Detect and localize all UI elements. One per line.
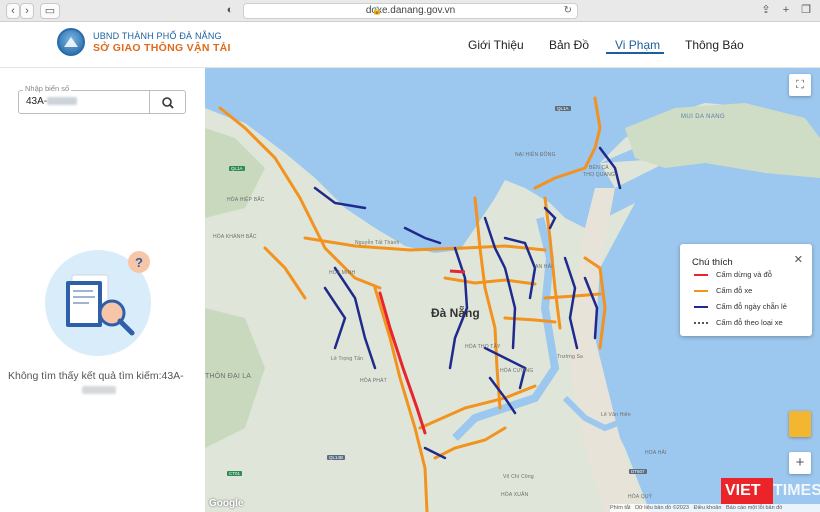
org-name: UBND THÀNH PHỐ ĐÀ NẴNG bbox=[93, 31, 222, 41]
back-button[interactable]: ‹ bbox=[6, 3, 20, 19]
search-button[interactable] bbox=[150, 90, 186, 114]
new-tab-icon[interactable]: + bbox=[778, 3, 794, 19]
close-icon[interactable]: ✕ bbox=[794, 253, 803, 266]
map-label-nai-hien-dong: NẠI HIÊN ĐÔNG bbox=[515, 152, 556, 158]
map-label-hoa-xuan: HÒA XUÂN bbox=[501, 492, 529, 498]
nav-vi-pham[interactable]: Vi Phạm bbox=[615, 38, 660, 52]
department-name: SỞ GIAO THÔNG VẬN TẢI bbox=[93, 42, 231, 54]
address-bar[interactable]: 🔒 doxe.danang.gov.vn ↻ bbox=[243, 3, 578, 19]
road-ct01: CT01 bbox=[227, 471, 243, 476]
privacy-icon[interactable]: ◐ bbox=[222, 3, 238, 19]
map-label-hoa-hiep-bac: HÒA HIỆP BẮC bbox=[227, 197, 265, 203]
legend-swatch bbox=[694, 322, 708, 324]
street-nguyen-tat-thanh: Nguyễn Tất Thành bbox=[355, 240, 400, 246]
road-dt607: DT607 bbox=[629, 469, 647, 474]
map-label-hoa-phat: HÒA PHÁT bbox=[360, 378, 387, 384]
map-label-an-hai: AN HẢI bbox=[535, 264, 553, 270]
viettimes-watermark: VIET bbox=[721, 478, 773, 504]
street-le-van-hien: Lê Văn Hiến bbox=[601, 412, 631, 418]
street-le-trong-tan: Lê Trọng Tấn bbox=[331, 356, 364, 362]
no-result-illustration: ? bbox=[45, 250, 151, 356]
road-ql14b: QL14B bbox=[327, 455, 346, 460]
legend-item-odd-even: Cấm đỗ ngày chẵn lẻ bbox=[694, 302, 812, 312]
map-label-thon-dai-la: THÔN ĐẠI LA bbox=[205, 373, 252, 380]
lock-icon: 🔒 bbox=[372, 6, 382, 15]
search-input-label: Nhập biển số bbox=[23, 84, 72, 93]
legend-swatch bbox=[694, 306, 708, 308]
map-label-hoa-khanh-bac: HÒA KHÁNH BẮC bbox=[213, 234, 257, 240]
legend-item-no-parking: Cấm đỗ xe bbox=[694, 286, 812, 296]
forward-button[interactable]: › bbox=[20, 3, 34, 19]
street-truong-sa: Trường Sa bbox=[557, 354, 584, 360]
map-label-ben-ca: BÉN CÁ bbox=[589, 165, 609, 171]
google-logo: Google bbox=[209, 498, 244, 509]
logo-icon[interactable] bbox=[57, 28, 85, 56]
search-input-value[interactable]: 43A- bbox=[26, 96, 47, 107]
legend-label: Cấm đỗ ngày chẵn lẻ bbox=[716, 302, 787, 311]
search-panel: Nhập biển số 43A- ? Không tìm thấy kết q… bbox=[0, 68, 205, 512]
legend-label: Cấm đỗ xe bbox=[716, 286, 753, 295]
map-label-hoa-quy: HÒA QUÝ bbox=[628, 494, 653, 500]
street-view-pegman-icon[interactable] bbox=[789, 411, 811, 437]
zoom-in-button[interactable]: + bbox=[789, 452, 811, 474]
nav-gioi-thieu[interactable]: Giới Thiệu bbox=[468, 38, 524, 52]
legend-label: Cấm đỗ theo loại xe bbox=[716, 318, 783, 327]
map-label-hoa-cuong: HÒA CƯỜNG bbox=[500, 368, 534, 374]
reload-icon[interactable]: ↻ bbox=[564, 4, 572, 18]
no-result-message: Không tìm thấy kết quả tìm kiếm:43A- bbox=[8, 370, 184, 382]
legend-title: Chú thích bbox=[692, 257, 733, 268]
road-ql1a-north: QL1A bbox=[555, 106, 571, 111]
svg-text:?: ? bbox=[135, 255, 143, 270]
terms-link[interactable]: Điều khoản bbox=[694, 505, 722, 511]
street-vo-chi-cong: Võ Chí Công bbox=[503, 474, 534, 480]
map-label-tho-quang: THỌ QUANG bbox=[583, 172, 616, 178]
shortcuts-link[interactable]: Phím tắt bbox=[610, 505, 630, 511]
tabs-overview-icon[interactable]: ❐ bbox=[798, 3, 814, 19]
nav-ban-do[interactable]: Bản Đồ bbox=[549, 38, 589, 52]
legend-swatch bbox=[694, 290, 708, 292]
share-icon[interactable]: ⇪ bbox=[758, 3, 774, 19]
map-view[interactable]: Đà Nẵng MUI DA NANG BÉN CÁ THỌ QUANG NẠI… bbox=[205, 68, 820, 512]
browser-toolbar: ‹ › ▭ ◐ 🔒 doxe.danang.gov.vn ↻ ⇪ + ❐ bbox=[0, 0, 820, 22]
legend-item-no-stop: Cấm dừng và đỗ bbox=[694, 270, 812, 280]
road-ql1a-west: QL1A bbox=[229, 166, 245, 171]
viettimes-watermark-rest: TIMES bbox=[773, 482, 820, 499]
city-label: Đà Nẵng bbox=[431, 306, 480, 320]
redacted-plate bbox=[47, 97, 77, 105]
fullscreen-icon[interactable]: ⛶ bbox=[789, 74, 811, 96]
legend-item-vehicle-type: Cấm đỗ theo loại xe bbox=[694, 318, 812, 328]
map-data-text: Dữ liệu bản đồ ©2023 bbox=[635, 505, 689, 511]
map-label-hoa-minh: HÒA MINH bbox=[329, 270, 356, 276]
sidebar-icon[interactable]: ▭ bbox=[40, 3, 60, 19]
map-footer: Phím tắt Dữ liệu bản đồ ©2023 Điều khoản… bbox=[610, 504, 820, 512]
map-label-hoa-tho-tay: HÒA THỌ TÂY bbox=[465, 344, 501, 350]
nav-thong-bao[interactable]: Thông Báo bbox=[685, 38, 744, 52]
redacted-plate-result bbox=[82, 386, 116, 394]
map-legend: Chú thích ✕ Cấm dừng và đỗ Cấm đỗ xe Cấm… bbox=[680, 244, 812, 336]
site-header: UBND THÀNH PHỐ ĐÀ NẴNG SỞ GIAO THÔNG VẬN… bbox=[0, 22, 820, 68]
map-label-hoa-hai: HOA HẢI bbox=[645, 450, 667, 456]
legend-swatch bbox=[694, 274, 708, 276]
report-error-link[interactable]: Báo cáo một lỗi bản đồ bbox=[726, 505, 782, 511]
legend-label: Cấm dừng và đỗ bbox=[716, 270, 772, 279]
active-nav-indicator bbox=[606, 52, 664, 54]
map-label-mui-da-nang: MUI DA NANG bbox=[681, 114, 726, 120]
search-icon bbox=[162, 97, 174, 109]
